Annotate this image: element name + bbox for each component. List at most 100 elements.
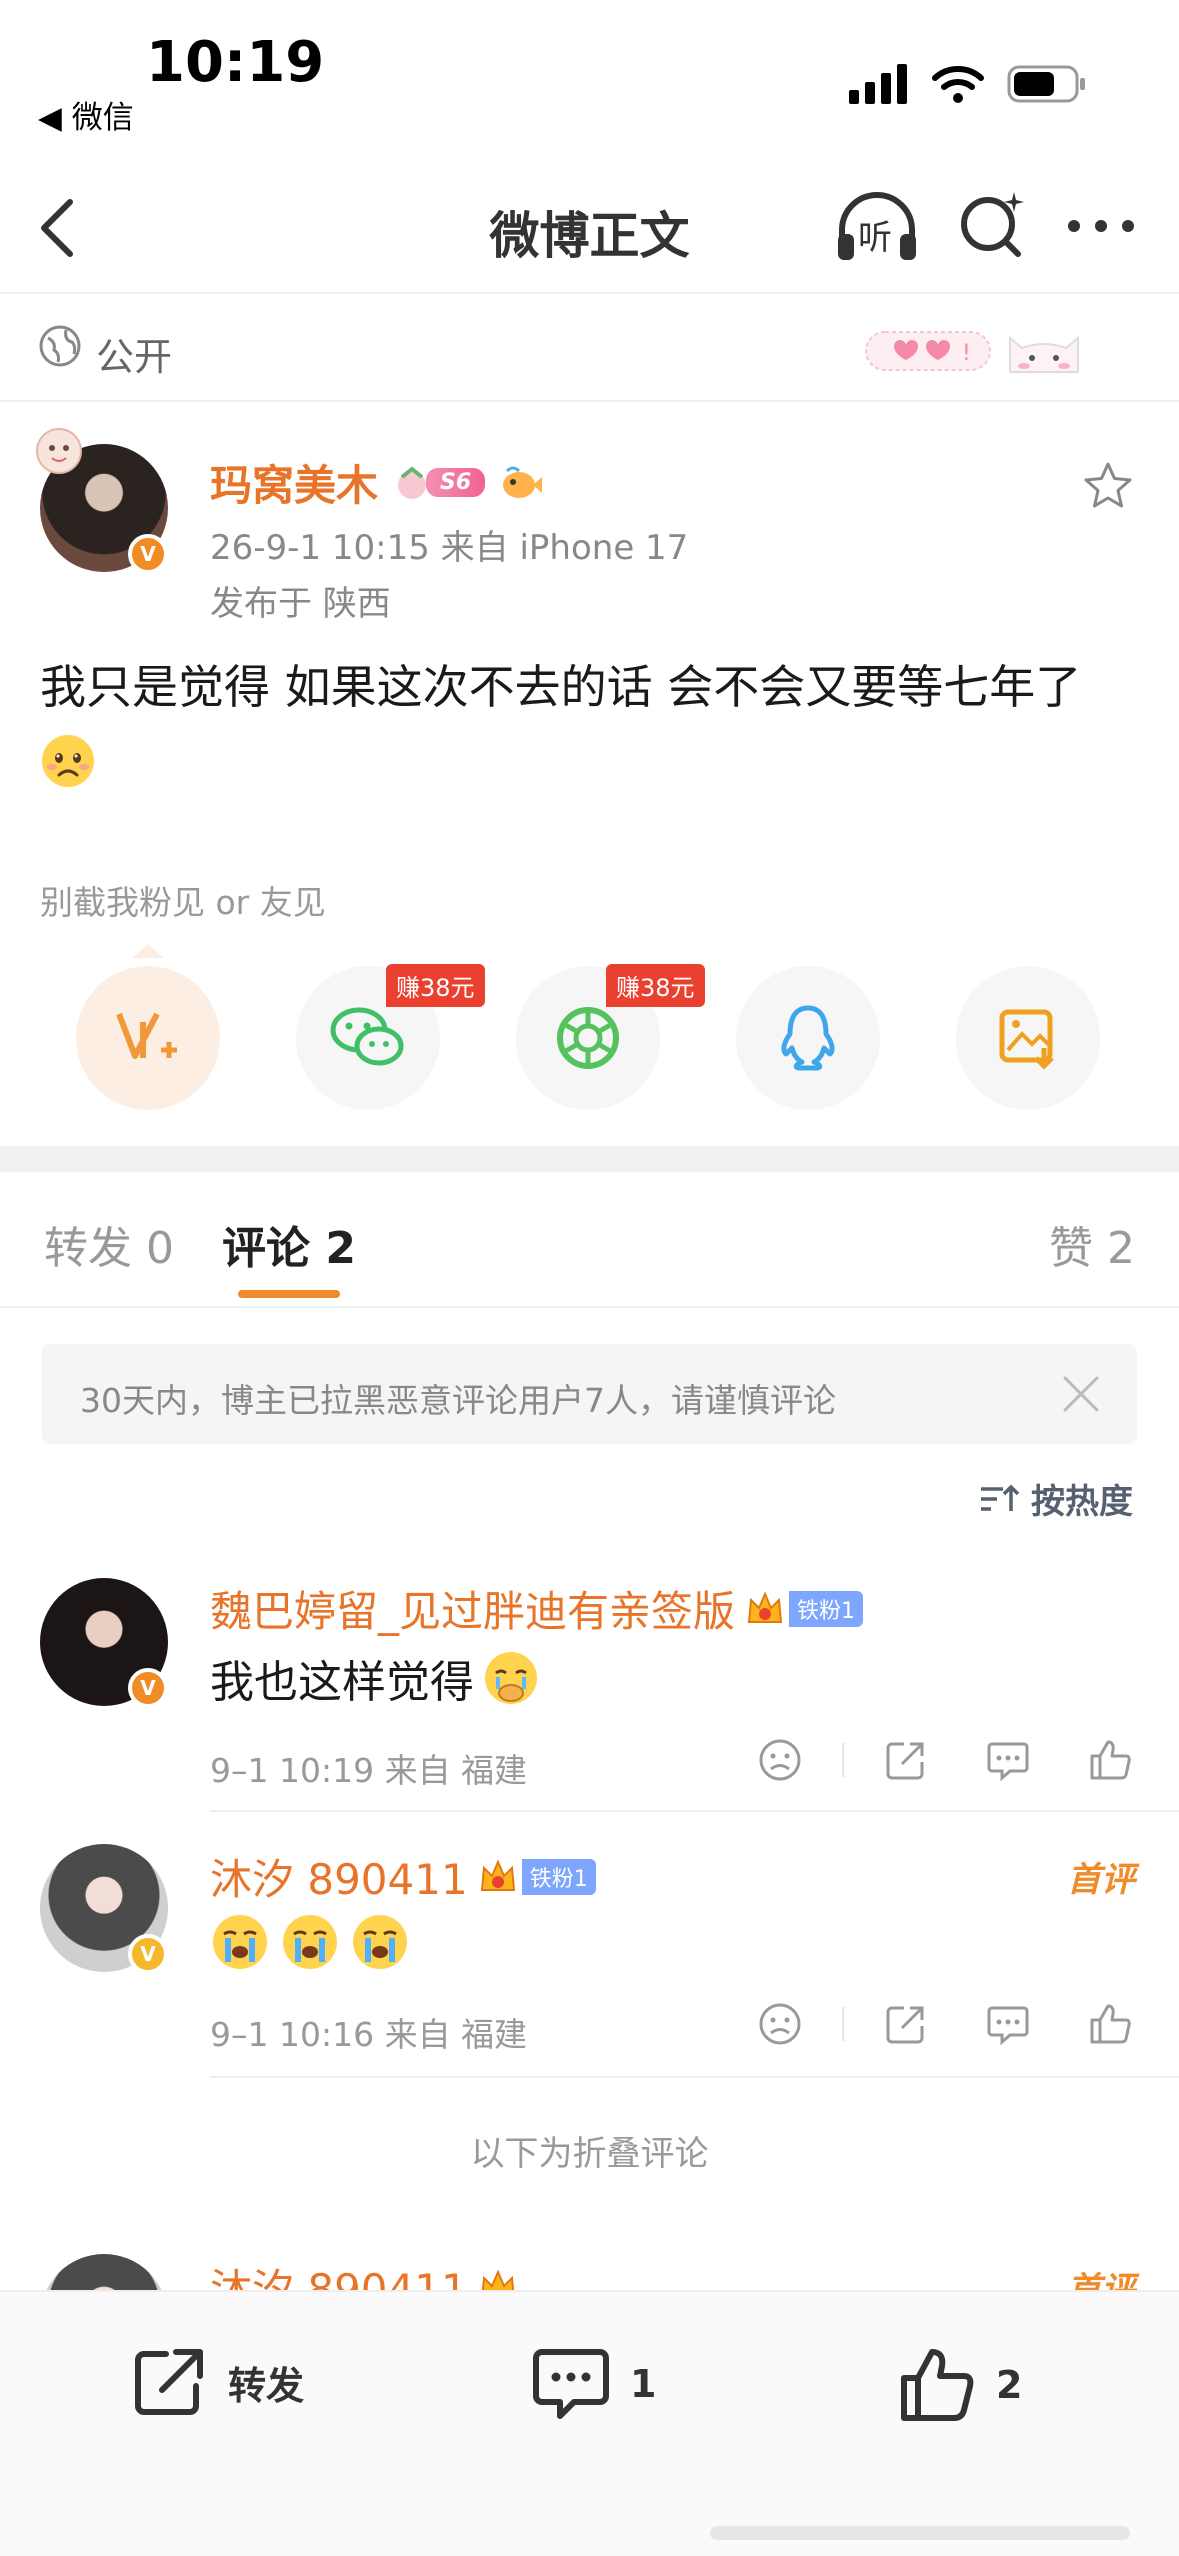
divider xyxy=(0,400,1179,402)
reply-icon[interactable] xyxy=(984,1736,1032,1784)
wechat-reward-tag: 赚38元 xyxy=(386,964,485,1007)
crown-icon xyxy=(747,1590,783,1623)
fan-level-label: 铁粉1 xyxy=(789,1590,864,1627)
search-icon[interactable] xyxy=(958,188,1026,260)
svg-text:!: ! xyxy=(962,341,971,366)
tab-like[interactable]: 赞 2 xyxy=(1049,1212,1135,1276)
author-name-row: 玛窝美木 S6 xyxy=(210,452,543,513)
close-icon[interactable] xyxy=(1061,1374,1101,1414)
author-name[interactable]: 玛窝美木 xyxy=(210,452,378,513)
action-separator xyxy=(842,1743,844,1777)
comment-meta: 9–1 10:16 来自 福建 xyxy=(210,2015,528,2054)
comment-icon xyxy=(533,2349,609,2419)
like-button[interactable]: 2 xyxy=(898,2346,1022,2424)
sort-icon xyxy=(981,1484,1019,1511)
crying-emoji-icon xyxy=(213,1915,267,1969)
crying-emoji-icon xyxy=(353,1915,407,1969)
comment-meta: 9–1 10:19 来自 福建 xyxy=(210,1751,528,1790)
like-comment-icon[interactable] xyxy=(1086,2000,1134,2048)
post-time-source: 26-9-1 10:15 来自 iPhone 17 xyxy=(210,528,689,568)
share-title: 别截我粉见 or 友见 xyxy=(40,883,326,922)
crying-emoji-icon xyxy=(283,1915,337,1969)
home-indicator xyxy=(710,2526,1130,2540)
back-to-wechat-link[interactable]: ◀ 微信 xyxy=(38,92,134,137)
save-image-icon xyxy=(999,1009,1054,1070)
like-comment-icon[interactable] xyxy=(1086,1736,1134,1784)
fish-badge-icon xyxy=(503,466,543,498)
commenter-name[interactable]: 魏巴婷留_见过胖迪有亲签版 xyxy=(210,1578,735,1639)
share-to-weibo-fans-button[interactable] xyxy=(76,966,220,1110)
member-level-badge[interactable]: S6 xyxy=(392,463,486,503)
share-comment-icon[interactable] xyxy=(882,2000,930,2048)
dislike-icon[interactable] xyxy=(756,1736,804,1784)
fan-level-label: 铁粉1 xyxy=(521,1858,596,1895)
share-pointer xyxy=(132,944,164,958)
cat-sticker-icon xyxy=(1009,335,1079,373)
status-time: 10:19 xyxy=(146,30,325,95)
fan-badge[interactable]: 铁粉1 xyxy=(478,1858,596,1896)
repost-icon xyxy=(135,2349,203,2415)
commenter-name-row: 魏巴婷留_见过胖迪有亲签版 铁粉1 xyxy=(210,1578,864,1639)
status-icons xyxy=(849,64,1087,104)
globe-icon xyxy=(39,325,81,367)
post-location: 发布于 陕西 xyxy=(210,584,391,624)
comment-text: 我也这样觉得 xyxy=(210,1657,474,1708)
verified-badge: V xyxy=(128,534,168,574)
listen-button[interactable]: 听 xyxy=(834,190,920,264)
share-comment-icon[interactable] xyxy=(882,1736,930,1784)
tab-comment[interactable]: 评论 2 xyxy=(222,1212,356,1276)
verified-badge: V xyxy=(128,1934,168,1974)
comment-actions xyxy=(756,1736,1134,1784)
crown-icon xyxy=(480,1858,515,1891)
moments-reward-tag: 赚38元 xyxy=(606,964,705,1007)
save-image-button[interactable] xyxy=(956,966,1100,1110)
tab-repost[interactable]: 转发 0 xyxy=(44,1212,174,1276)
folded-comments-label[interactable]: 以下为折叠评论 xyxy=(0,2126,1179,2175)
hearts-sticker-icon: ! xyxy=(865,331,991,371)
visibility-label: 公开 xyxy=(96,335,173,379)
repost-button[interactable]: 转发 xyxy=(132,2346,304,2418)
comment-notice: 30天内，博主已拉黑恶意评论用户7人，请谨慎评论 xyxy=(42,1344,1137,1444)
first-comment-tag: 首评 xyxy=(1067,1860,1135,1900)
reply-icon[interactable] xyxy=(984,2000,1032,2048)
comment-body: 我也这样觉得 xyxy=(210,1646,540,1710)
comment-divider xyxy=(210,2076,1179,2078)
qq-icon xyxy=(781,1005,835,1071)
comment-divider xyxy=(210,1810,1179,1812)
wechat-icon xyxy=(330,1007,404,1066)
weibo-v-plus-icon xyxy=(116,1012,177,1059)
member-level-label: S6 xyxy=(426,468,486,497)
post-text: 我只是觉得 如果这次不去的话 会不会又要等七年了 xyxy=(40,660,1082,714)
more-icon[interactable] xyxy=(1066,218,1136,234)
sort-button[interactable]: 按热度 xyxy=(979,1474,1133,1523)
repost-label: 转发 xyxy=(228,2363,305,2408)
active-tab-indicator xyxy=(238,1290,340,1298)
avatar-pendant-icon xyxy=(36,428,82,474)
divider xyxy=(0,292,1179,294)
listen-label: 听 xyxy=(858,218,892,258)
comment-button[interactable]: 1 xyxy=(532,2346,656,2422)
sort-label: 按热度 xyxy=(1031,1482,1133,1522)
thumbs-up-icon xyxy=(901,2349,974,2421)
notice-text: 30天内，博主已拉黑恶意评论用户7人，请谨慎评论 xyxy=(80,1381,836,1420)
wifi-icon xyxy=(932,66,984,103)
sad-emoji-icon xyxy=(42,734,94,787)
verified-badge: V xyxy=(128,1668,168,1708)
post-body: 我只是觉得 如果这次不去的话 会不会又要等七年了 xyxy=(40,652,1150,792)
crying-hand-emoji-icon xyxy=(485,1652,537,1704)
moments-icon xyxy=(557,1007,619,1069)
comment-actions xyxy=(756,2000,1134,2048)
battery-icon xyxy=(1007,65,1085,103)
favorite-star-icon[interactable] xyxy=(1082,460,1134,512)
commenter-name[interactable]: 沐汐 890411 xyxy=(210,1846,468,1907)
bottom-action-bar: 转发 1 2 xyxy=(0,2290,1179,2556)
dislike-icon[interactable] xyxy=(756,2000,804,2048)
share-to-qq-button[interactable] xyxy=(736,966,880,1110)
comment-count: 1 xyxy=(630,2362,657,2406)
fan-badge[interactable]: 铁粉1 xyxy=(745,1590,864,1628)
signal-icon xyxy=(849,64,907,104)
divider xyxy=(0,1306,1179,1308)
like-count: 2 xyxy=(996,2363,1023,2407)
action-separator xyxy=(842,2007,844,2041)
comment-body xyxy=(210,1912,410,1972)
